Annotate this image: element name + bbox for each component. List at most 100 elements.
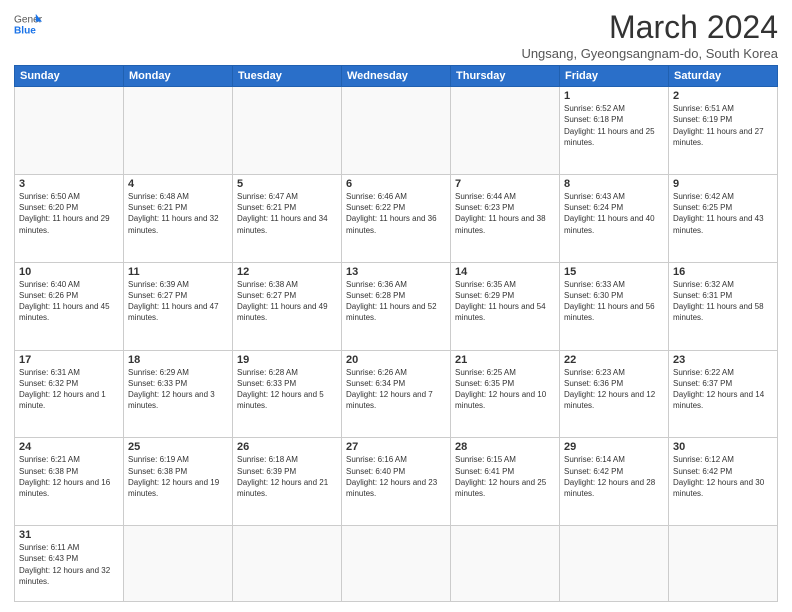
day-number: 18 (128, 354, 228, 366)
calendar-cell-6-4 (342, 526, 451, 602)
day-number: 16 (673, 266, 773, 278)
day-info: Sunrise: 6:21 AM Sunset: 6:38 PM Dayligh… (19, 454, 119, 499)
day-info: Sunrise: 6:12 AM Sunset: 6:42 PM Dayligh… (673, 454, 773, 499)
calendar-cell-4-1: 17Sunrise: 6:31 AM Sunset: 6:32 PM Dayli… (15, 350, 124, 438)
calendar-cell-2-2: 4Sunrise: 6:48 AM Sunset: 6:21 PM Daylig… (124, 174, 233, 262)
col-wednesday: Wednesday (342, 66, 451, 87)
col-tuesday: Tuesday (233, 66, 342, 87)
calendar-cell-5-7: 30Sunrise: 6:12 AM Sunset: 6:42 PM Dayli… (669, 438, 778, 526)
subtitle: Ungsang, Gyeongsangnam-do, South Korea (521, 46, 778, 61)
day-info: Sunrise: 6:44 AM Sunset: 6:23 PM Dayligh… (455, 191, 555, 236)
day-info: Sunrise: 6:36 AM Sunset: 6:28 PM Dayligh… (346, 279, 446, 324)
day-number: 5 (237, 178, 337, 190)
calendar-week-4: 17Sunrise: 6:31 AM Sunset: 6:32 PM Dayli… (15, 350, 778, 438)
day-number: 1 (564, 90, 664, 102)
calendar-cell-3-7: 16Sunrise: 6:32 AM Sunset: 6:31 PM Dayli… (669, 262, 778, 350)
day-number: 27 (346, 441, 446, 453)
day-info: Sunrise: 6:18 AM Sunset: 6:39 PM Dayligh… (237, 454, 337, 499)
day-number: 13 (346, 266, 446, 278)
day-number: 21 (455, 354, 555, 366)
day-number: 28 (455, 441, 555, 453)
calendar-cell-5-1: 24Sunrise: 6:21 AM Sunset: 6:38 PM Dayli… (15, 438, 124, 526)
calendar-cell-4-5: 21Sunrise: 6:25 AM Sunset: 6:35 PM Dayli… (451, 350, 560, 438)
day-info: Sunrise: 6:28 AM Sunset: 6:33 PM Dayligh… (237, 367, 337, 412)
calendar-cell-1-7: 2Sunrise: 6:51 AM Sunset: 6:19 PM Daylig… (669, 87, 778, 175)
col-sunday: Sunday (15, 66, 124, 87)
day-info: Sunrise: 6:35 AM Sunset: 6:29 PM Dayligh… (455, 279, 555, 324)
calendar-cell-5-3: 26Sunrise: 6:18 AM Sunset: 6:39 PM Dayli… (233, 438, 342, 526)
col-monday: Monday (124, 66, 233, 87)
calendar-cell-1-3 (233, 87, 342, 175)
calendar-header-row: Sunday Monday Tuesday Wednesday Thursday… (15, 66, 778, 87)
day-info: Sunrise: 6:26 AM Sunset: 6:34 PM Dayligh… (346, 367, 446, 412)
header: General Blue March 2024 Ungsang, Gyeongs… (14, 10, 778, 61)
day-info: Sunrise: 6:40 AM Sunset: 6:26 PM Dayligh… (19, 279, 119, 324)
calendar-cell-3-6: 15Sunrise: 6:33 AM Sunset: 6:30 PM Dayli… (560, 262, 669, 350)
day-info: Sunrise: 6:16 AM Sunset: 6:40 PM Dayligh… (346, 454, 446, 499)
day-info: Sunrise: 6:47 AM Sunset: 6:21 PM Dayligh… (237, 191, 337, 236)
calendar-cell-2-6: 8Sunrise: 6:43 AM Sunset: 6:24 PM Daylig… (560, 174, 669, 262)
day-number: 2 (673, 90, 773, 102)
day-info: Sunrise: 6:43 AM Sunset: 6:24 PM Dayligh… (564, 191, 664, 236)
calendar-cell-6-1: 31Sunrise: 6:11 AM Sunset: 6:43 PM Dayli… (15, 526, 124, 602)
day-number: 11 (128, 266, 228, 278)
day-number: 4 (128, 178, 228, 190)
calendar-week-5: 24Sunrise: 6:21 AM Sunset: 6:38 PM Dayli… (15, 438, 778, 526)
calendar-cell-6-2 (124, 526, 233, 602)
day-number: 29 (564, 441, 664, 453)
calendar-week-1: 1Sunrise: 6:52 AM Sunset: 6:18 PM Daylig… (15, 87, 778, 175)
day-info: Sunrise: 6:42 AM Sunset: 6:25 PM Dayligh… (673, 191, 773, 236)
day-info: Sunrise: 6:25 AM Sunset: 6:35 PM Dayligh… (455, 367, 555, 412)
day-info: Sunrise: 6:31 AM Sunset: 6:32 PM Dayligh… (19, 367, 119, 412)
day-number: 20 (346, 354, 446, 366)
day-info: Sunrise: 6:51 AM Sunset: 6:19 PM Dayligh… (673, 103, 773, 148)
day-number: 15 (564, 266, 664, 278)
page: General Blue March 2024 Ungsang, Gyeongs… (0, 0, 792, 612)
day-number: 8 (564, 178, 664, 190)
calendar-cell-6-6 (560, 526, 669, 602)
day-info: Sunrise: 6:38 AM Sunset: 6:27 PM Dayligh… (237, 279, 337, 324)
day-info: Sunrise: 6:39 AM Sunset: 6:27 PM Dayligh… (128, 279, 228, 324)
day-number: 24 (19, 441, 119, 453)
calendar-cell-4-2: 18Sunrise: 6:29 AM Sunset: 6:33 PM Dayli… (124, 350, 233, 438)
calendar-cell-1-4 (342, 87, 451, 175)
day-number: 3 (19, 178, 119, 190)
main-title: March 2024 (521, 10, 778, 45)
logo: General Blue (14, 10, 42, 38)
calendar-table: Sunday Monday Tuesday Wednesday Thursday… (14, 65, 778, 602)
day-number: 22 (564, 354, 664, 366)
day-number: 14 (455, 266, 555, 278)
calendar-cell-2-5: 7Sunrise: 6:44 AM Sunset: 6:23 PM Daylig… (451, 174, 560, 262)
day-info: Sunrise: 6:29 AM Sunset: 6:33 PM Dayligh… (128, 367, 228, 412)
calendar-cell-5-6: 29Sunrise: 6:14 AM Sunset: 6:42 PM Dayli… (560, 438, 669, 526)
day-number: 19 (237, 354, 337, 366)
calendar-cell-3-3: 12Sunrise: 6:38 AM Sunset: 6:27 PM Dayli… (233, 262, 342, 350)
day-number: 9 (673, 178, 773, 190)
day-info: Sunrise: 6:22 AM Sunset: 6:37 PM Dayligh… (673, 367, 773, 412)
calendar-cell-3-2: 11Sunrise: 6:39 AM Sunset: 6:27 PM Dayli… (124, 262, 233, 350)
calendar-cell-4-3: 19Sunrise: 6:28 AM Sunset: 6:33 PM Dayli… (233, 350, 342, 438)
calendar-cell-1-1 (15, 87, 124, 175)
col-saturday: Saturday (669, 66, 778, 87)
calendar-cell-2-1: 3Sunrise: 6:50 AM Sunset: 6:20 PM Daylig… (15, 174, 124, 262)
day-number: 31 (19, 529, 119, 541)
day-number: 25 (128, 441, 228, 453)
calendar-cell-3-4: 13Sunrise: 6:36 AM Sunset: 6:28 PM Dayli… (342, 262, 451, 350)
calendar-cell-6-7 (669, 526, 778, 602)
calendar-cell-4-4: 20Sunrise: 6:26 AM Sunset: 6:34 PM Dayli… (342, 350, 451, 438)
logo-icon: General Blue (14, 10, 42, 38)
day-info: Sunrise: 6:52 AM Sunset: 6:18 PM Dayligh… (564, 103, 664, 148)
calendar-cell-4-7: 23Sunrise: 6:22 AM Sunset: 6:37 PM Dayli… (669, 350, 778, 438)
day-number: 10 (19, 266, 119, 278)
col-thursday: Thursday (451, 66, 560, 87)
calendar-cell-5-4: 27Sunrise: 6:16 AM Sunset: 6:40 PM Dayli… (342, 438, 451, 526)
day-number: 26 (237, 441, 337, 453)
day-info: Sunrise: 6:11 AM Sunset: 6:43 PM Dayligh… (19, 542, 119, 587)
calendar-cell-2-3: 5Sunrise: 6:47 AM Sunset: 6:21 PM Daylig… (233, 174, 342, 262)
calendar-cell-3-5: 14Sunrise: 6:35 AM Sunset: 6:29 PM Dayli… (451, 262, 560, 350)
calendar-cell-4-6: 22Sunrise: 6:23 AM Sunset: 6:36 PM Dayli… (560, 350, 669, 438)
calendar-cell-1-6: 1Sunrise: 6:52 AM Sunset: 6:18 PM Daylig… (560, 87, 669, 175)
day-number: 17 (19, 354, 119, 366)
day-info: Sunrise: 6:50 AM Sunset: 6:20 PM Dayligh… (19, 191, 119, 236)
day-info: Sunrise: 6:15 AM Sunset: 6:41 PM Dayligh… (455, 454, 555, 499)
